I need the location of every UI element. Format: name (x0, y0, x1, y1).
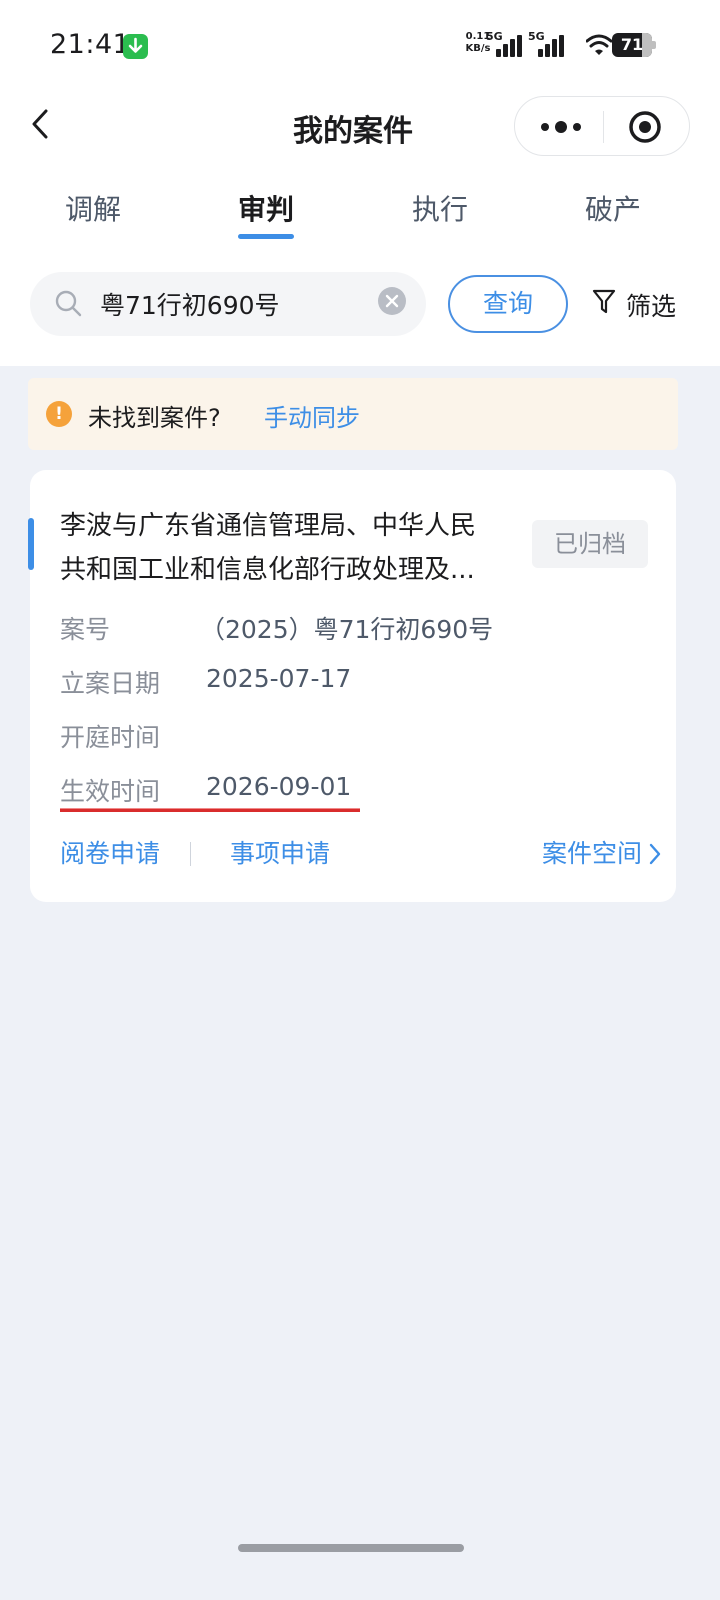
search-input[interactable]: 粤71行初690号 (30, 272, 426, 336)
case-title-line: 李波与广东省通信管理局、中华人民 (60, 511, 477, 541)
filing-date-label: 立案日期 (60, 669, 161, 698)
search-icon (54, 289, 84, 323)
filter-button[interactable]: 筛选 (592, 287, 692, 323)
matter-apply-link[interactable]: 事项申请 (230, 834, 330, 870)
manual-sync-link[interactable]: 手动同步 (264, 398, 360, 433)
case-card[interactable]: 李波与广东省通信管理局、中华人民 共和国工业和信息化部行政处理及... 已归档 … (28, 470, 676, 902)
tab-execution[interactable]: 执行 (380, 188, 500, 228)
read-file-apply-link[interactable]: 阅卷申请 (60, 834, 160, 870)
card-accent-bar (28, 518, 34, 570)
chevron-right-icon (649, 843, 661, 865)
case-number-label: 案号 (60, 615, 111, 644)
query-button[interactable]: 查询 (448, 275, 568, 333)
effective-time-label: 生效时间 (60, 777, 161, 806)
case-type-tabs: 调解 审判 执行 破产 (0, 182, 706, 242)
clear-icon[interactable] (378, 287, 406, 315)
tab-mediation[interactable]: 调解 (33, 188, 153, 228)
case-space-label: 案件空间 (541, 839, 642, 868)
case-space-link[interactable]: 案件空间 (541, 834, 661, 870)
active-tab-indicator (238, 234, 294, 239)
filter-icon (592, 288, 616, 320)
effective-time-value: 2026-09-01 (206, 772, 352, 801)
clock: 21:41 (50, 29, 131, 60)
case-title-line: 共和国工业和信息化部行政处理及... (60, 555, 475, 585)
filter-label: 筛选 (626, 292, 677, 321)
case-title[interactable]: 李波与广东省通信管理局、中华人民 共和国工业和信息化部行政处理及... (60, 504, 520, 592)
tab-trial[interactable]: 审判 (206, 188, 326, 228)
download-badge-icon (123, 34, 148, 59)
warning-icon: ! (46, 401, 72, 427)
action-divider (190, 842, 191, 866)
case-number-value: （2025）粤71行初690号 (200, 615, 494, 644)
more-dots-icon[interactable] (537, 113, 587, 141)
sync-notice: ! 未找到案件? 手动同步 (28, 378, 678, 450)
battery-level: 71 (620, 35, 644, 54)
red-underline-mark (60, 808, 360, 812)
search-input-value: 粤71行初690号 (100, 291, 280, 320)
battery-icon: 71 (612, 33, 656, 57)
target-close-icon[interactable] (627, 109, 663, 145)
hearing-time-label: 开庭时间 (60, 723, 161, 752)
tab-bankruptcy[interactable]: 破产 (553, 188, 673, 228)
card-actions: 阅卷申请 事项申请 案件空间 (30, 834, 676, 874)
status-badge: 已归档 (532, 520, 648, 568)
header-area: 21:41 0.11 KB/s 5G 5G 71 我的案件 调解 审判 执行 破… (0, 0, 720, 366)
notice-message: 未找到案件? (88, 404, 221, 432)
status-bar: 21:41 0.11 KB/s 5G 5G 71 (0, 0, 720, 92)
wifi-icon (585, 33, 613, 61)
capsule-divider (603, 111, 604, 143)
mini-program-capsule (514, 96, 690, 156)
filing-date-value: 2025-07-17 (206, 664, 352, 693)
home-indicator[interactable] (238, 1544, 464, 1552)
